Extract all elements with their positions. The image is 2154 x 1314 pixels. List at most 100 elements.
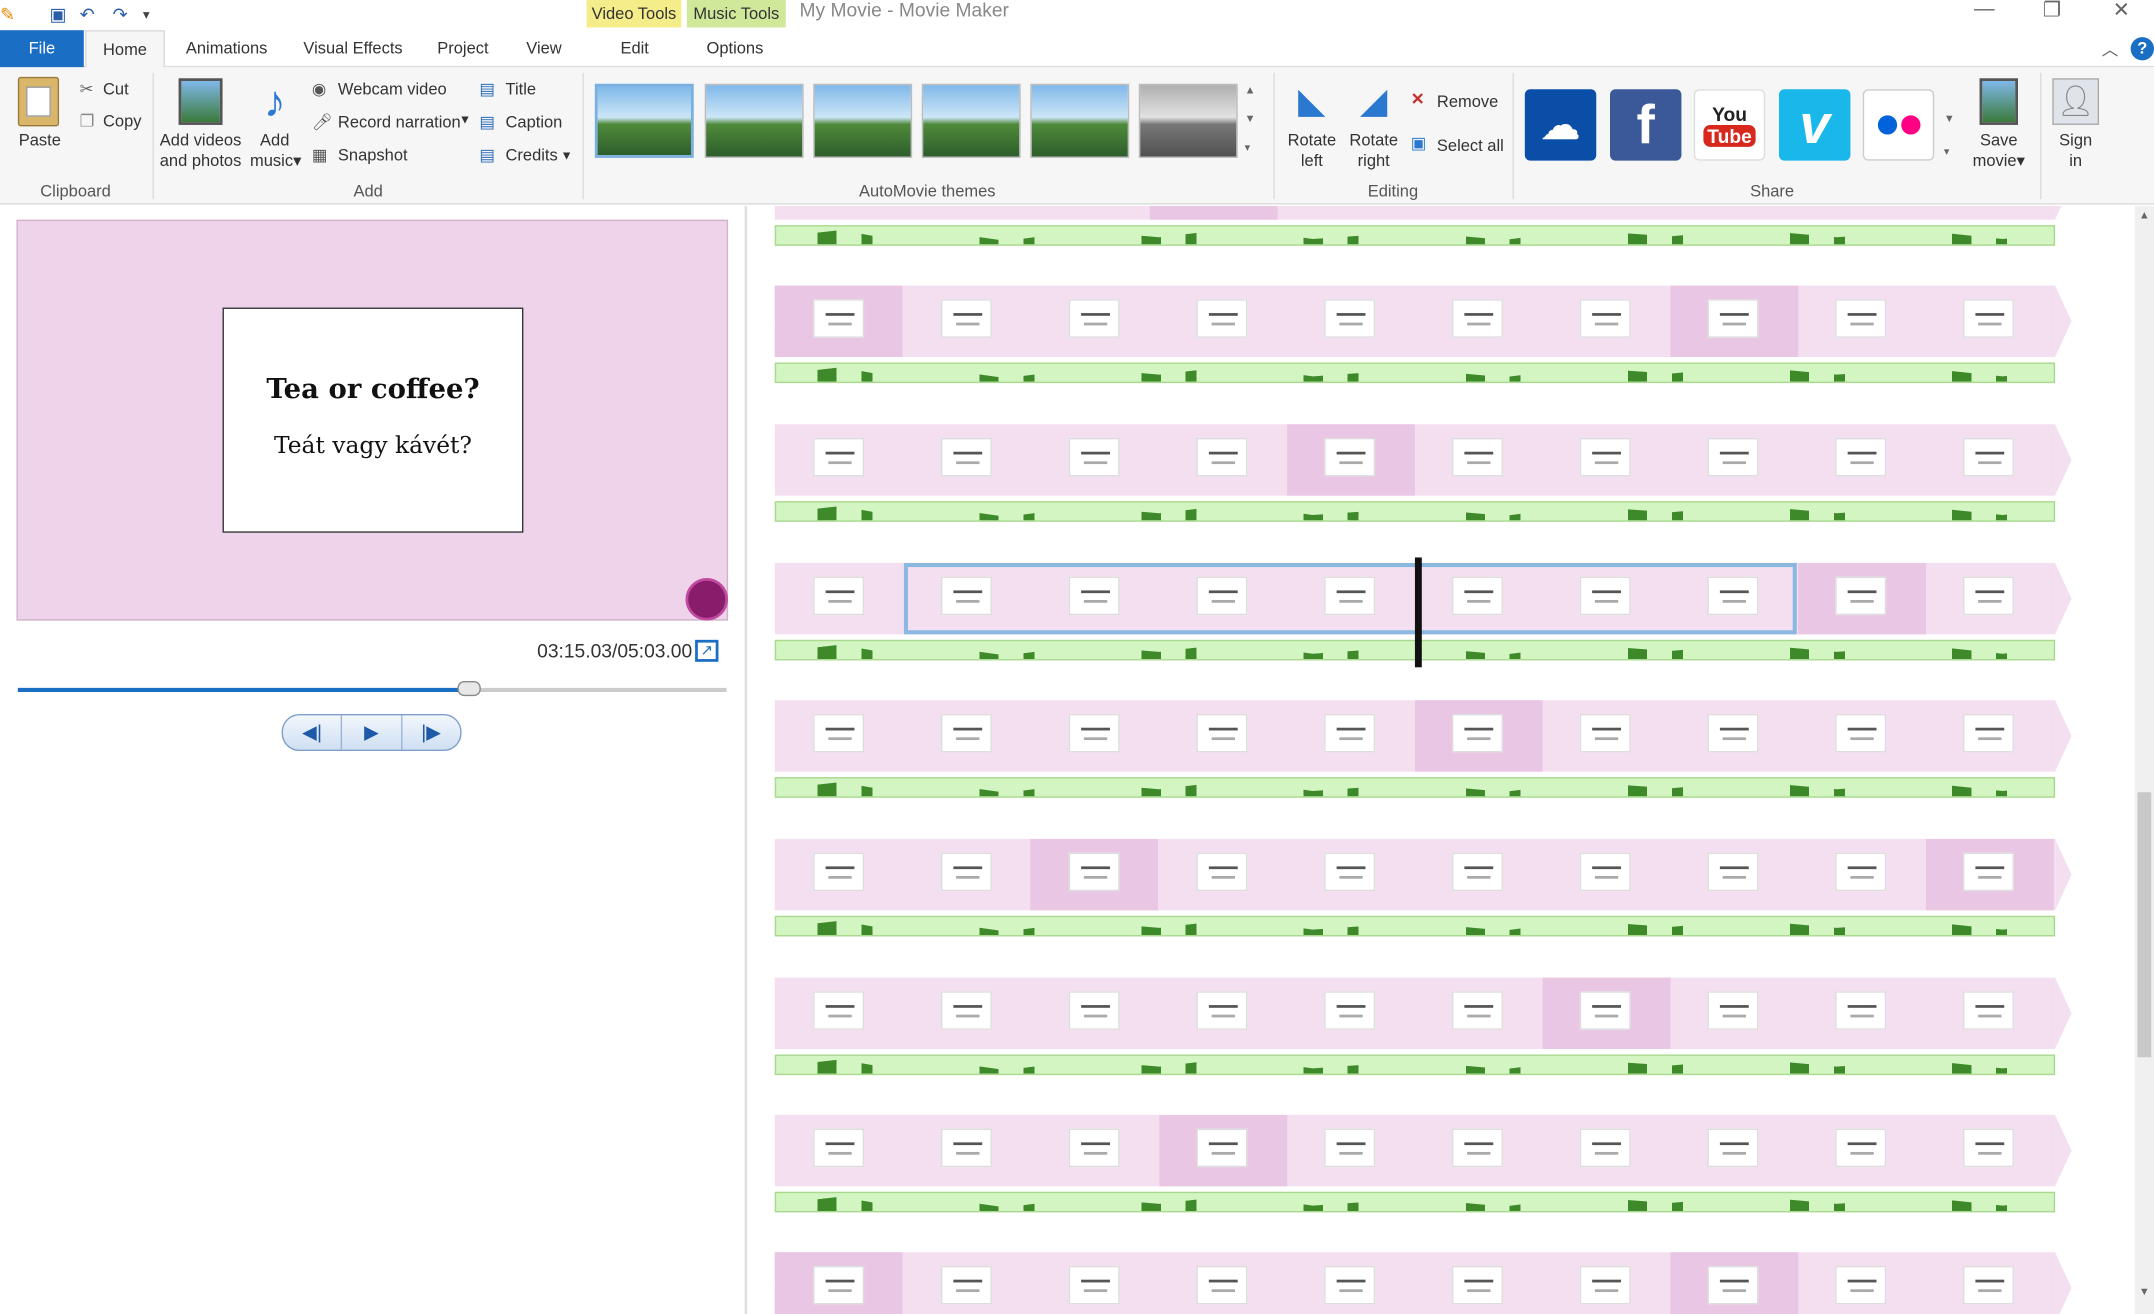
clip-thumbnail[interactable] (1835, 576, 1887, 616)
clip-thumbnail[interactable] (1452, 1128, 1503, 1168)
video-strip[interactable] (774, 205, 2056, 220)
clip-thumbnail[interactable] (1196, 991, 1248, 1030)
playhead-cursor[interactable] (1414, 557, 1422, 668)
clip-thumbnail[interactable] (1196, 713, 1248, 753)
clip-thumbnail[interactable] (1324, 991, 1376, 1030)
redo-icon[interactable]: ↷ (113, 4, 128, 26)
clip-thumbnail[interactable] (813, 437, 865, 477)
clip-thumbnail[interactable] (1579, 299, 1631, 338)
theme-black-white[interactable] (1138, 83, 1238, 158)
clip-thumbnail[interactable] (940, 852, 992, 892)
next-frame-icon[interactable]: |▶ (402, 715, 460, 749)
youtube-icon[interactable]: You Tube (1693, 89, 1766, 161)
clip-thumbnail[interactable] (1835, 437, 1887, 477)
onedrive-icon[interactable]: ☁ (1524, 89, 1597, 161)
tab-options[interactable]: Options (698, 30, 772, 67)
clip-thumbnail[interactable] (940, 713, 992, 753)
themes-scroll-up-icon[interactable]: ▲ (1245, 84, 1256, 96)
vimeo-icon[interactable]: v (1778, 89, 1851, 161)
scroll-down-icon[interactable]: ▼ (2139, 1285, 2150, 1297)
fullscreen-icon[interactable]: ↗ (695, 639, 719, 662)
clip-thumbnail[interactable] (1196, 1128, 1248, 1168)
clip-thumbnail[interactable] (1835, 713, 1887, 753)
tab-file[interactable]: File (0, 30, 84, 68)
clip-thumbnail[interactable] (1068, 713, 1120, 753)
clip-thumbnail[interactable] (1452, 852, 1503, 892)
audio-track[interactable] (774, 1054, 2056, 1076)
theme-fade[interactable] (921, 83, 1021, 158)
webcam-video-button[interactable]: Webcam video (338, 80, 447, 99)
clip-thumbnail[interactable] (1707, 852, 1759, 892)
clip-thumbnail[interactable] (1068, 299, 1120, 338)
clip-thumbnail[interactable] (1835, 299, 1887, 338)
clip-thumbnail[interactable] (1963, 991, 2014, 1030)
credits-dropdown-icon[interactable]: ▼ (560, 148, 572, 162)
clip-thumbnail[interactable] (1707, 1128, 1759, 1168)
clip-thumbnail[interactable] (813, 1265, 865, 1305)
clip-thumbnail[interactable] (940, 991, 992, 1030)
clip-thumbnail[interactable] (1068, 991, 1120, 1030)
clip-thumbnail[interactable] (1452, 713, 1503, 753)
clip-thumbnail[interactable] (1452, 1265, 1503, 1305)
clip-thumbnail[interactable] (940, 299, 992, 338)
clip-thumbnail[interactable] (940, 437, 992, 477)
clip-thumbnail[interactable] (1835, 852, 1887, 892)
clip-thumbnail[interactable] (1579, 852, 1631, 892)
select-all-button[interactable]: Select all (1437, 136, 1504, 155)
copy-button[interactable]: Copy (103, 111, 141, 130)
theme-pan-zoom[interactable] (1030, 83, 1130, 158)
rotate-left-button[interactable]: Rotate left (1280, 130, 1343, 171)
clip-thumbnail[interactable] (813, 713, 865, 753)
snapshot-button[interactable]: Snapshot (338, 146, 408, 165)
rotate-right-button[interactable]: Rotate right (1342, 130, 1405, 171)
clip-thumbnail[interactable] (1835, 1128, 1887, 1168)
audio-track[interactable] (774, 362, 2056, 384)
tab-view[interactable]: View (517, 30, 572, 67)
clip-thumbnail[interactable] (1579, 1265, 1631, 1305)
clip-thumbnail[interactable] (1452, 437, 1503, 477)
clip-thumbnail[interactable] (1324, 299, 1376, 338)
themes-scroll-down-icon[interactable]: ▼ (1245, 113, 1256, 125)
clip-thumbnail[interactable] (1579, 437, 1631, 477)
tab-project[interactable]: Project (430, 30, 496, 67)
help-icon[interactable]: ? (2130, 37, 2154, 61)
clip-thumbnail[interactable] (1707, 299, 1759, 338)
clip-thumbnail[interactable] (1324, 1128, 1376, 1168)
credits-button[interactable]: Credits (506, 146, 558, 165)
tab-animations[interactable]: Animations (179, 30, 275, 67)
clip-thumbnail[interactable] (1324, 852, 1376, 892)
audio-track[interactable] (774, 915, 2056, 937)
previous-frame-icon[interactable]: ◀| (283, 715, 343, 750)
collapse-ribbon-icon[interactable]: ︿ (2102, 37, 2119, 60)
scrollbar-thumb[interactable] (2137, 792, 2152, 1058)
clip-thumbnail[interactable] (1963, 852, 2014, 892)
audio-track[interactable] (774, 225, 2056, 246)
clip-thumbnail[interactable] (1196, 299, 1248, 338)
clip-thumbnail[interactable] (1963, 576, 2014, 616)
theme-default[interactable] (594, 83, 694, 158)
sign-in-button[interactable]: Sign in (2047, 130, 2105, 171)
record-narration-button[interactable]: Record narration (338, 113, 461, 132)
clip-thumbnail[interactable] (1963, 299, 2014, 338)
caption-button[interactable]: Caption (506, 113, 563, 132)
vertical-scrollbar[interactable]: ▲ ▼ (2134, 205, 2154, 1314)
clip-thumbnail[interactable] (1324, 437, 1376, 477)
seek-bar[interactable] (17, 687, 727, 693)
audio-track[interactable] (774, 501, 2056, 522)
title-button[interactable]: Title (506, 80, 537, 99)
undo-icon[interactable]: ↶ (80, 4, 95, 26)
clip-thumbnail[interactable] (940, 1265, 992, 1305)
clip-thumbnail[interactable] (813, 576, 865, 616)
save-icon[interactable]: ▣ (49, 4, 66, 26)
clip-thumbnail[interactable] (1452, 991, 1503, 1030)
flickr-icon[interactable] (1862, 89, 1935, 161)
audio-track[interactable] (774, 1191, 2056, 1213)
clip-thumbnail[interactable] (813, 299, 865, 338)
clip-thumbnail[interactable] (1068, 1128, 1120, 1168)
clip-thumbnail[interactable] (1707, 991, 1759, 1030)
seek-thumb[interactable] (457, 681, 481, 697)
clip-thumbnail[interactable] (1452, 299, 1503, 338)
share-scroll-icon[interactable]: ▼ (1944, 113, 1955, 125)
clip-thumbnail[interactable] (1963, 713, 2014, 753)
clip-thumbnail[interactable] (1707, 437, 1759, 477)
